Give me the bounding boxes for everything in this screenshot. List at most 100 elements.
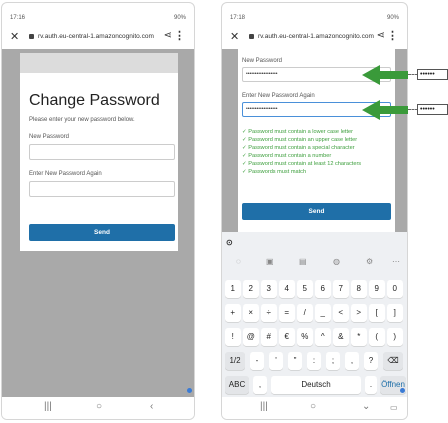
url-text[interactable]: rv.auth.eu-central-1.amazoncognito.com bbox=[38, 33, 154, 40]
change-password-card: Change Password Please enter your new pa… bbox=[20, 73, 178, 251]
key[interactable]: 6 bbox=[315, 280, 331, 298]
scroll-indicator bbox=[187, 388, 192, 393]
key[interactable]: @ bbox=[243, 328, 259, 346]
key[interactable]: 8 bbox=[351, 280, 367, 298]
card-top-band bbox=[20, 53, 178, 73]
key[interactable]: + bbox=[225, 304, 241, 322]
key[interactable]: . bbox=[365, 376, 377, 394]
emoji-icon[interactable]: ◌ bbox=[236, 257, 241, 266]
confirm-password-value: •••••••••••••••••• bbox=[246, 106, 278, 112]
battery-level: 90% bbox=[173, 15, 186, 21]
key[interactable]: Deutsch bbox=[271, 376, 361, 394]
scroll-indicator bbox=[400, 388, 405, 393]
recent-apps-icon[interactable]: ||| bbox=[44, 401, 52, 412]
confirm-password-label: Enter New Password Again bbox=[242, 93, 315, 99]
key[interactable]: 7 bbox=[333, 280, 349, 298]
key[interactable]: 3 bbox=[261, 280, 277, 298]
key[interactable]: & bbox=[333, 328, 349, 346]
key[interactable]: ÷ bbox=[261, 304, 277, 322]
key[interactable]: 5 bbox=[297, 280, 313, 298]
share-icon[interactable]: ⋖ bbox=[377, 30, 385, 41]
more-options-icon[interactable]: ⋯ bbox=[392, 257, 400, 266]
keyboard-logo-icon[interactable]: ⊙ bbox=[226, 238, 233, 247]
annotation-password-box: •••••• bbox=[417, 69, 448, 80]
keyboard-switch-icon[interactable]: ▭ bbox=[390, 403, 398, 412]
more-menu-icon[interactable]: ⋮ bbox=[387, 29, 398, 42]
password-rule: ✓ Password must contain a number bbox=[242, 153, 332, 159]
status-time: 17:18 bbox=[230, 15, 246, 21]
close-icon[interactable]: ✕ bbox=[10, 30, 19, 43]
key[interactable]: - bbox=[250, 352, 264, 370]
onscreen-keyboard: ⊙ ◌ ▣ ▤ ◍ ⚙ ⋯ 1 2 3 4 5 6 7 8 9 0 + × ÷ = / _ < >[]! @ # €% ^… bbox=[222, 232, 407, 401]
key[interactable]: = bbox=[279, 304, 295, 322]
android-nav-bar: ||| ○ ⌄ ▭ bbox=[222, 397, 407, 419]
settings-icon[interactable]: ⚙ bbox=[366, 257, 373, 266]
key[interactable]: ⌫ bbox=[383, 352, 403, 370]
left-phone-screen: 17:16 90% ✕ rv.auth.eu-central-1.amazonc… bbox=[1, 2, 195, 420]
key[interactable]: " bbox=[288, 352, 302, 370]
key[interactable]: ) bbox=[387, 328, 403, 346]
lock-icon bbox=[249, 34, 254, 39]
status-time: 17:16 bbox=[10, 15, 26, 21]
key[interactable]: , bbox=[253, 376, 267, 394]
new-password-value: •••••••••••••••••• bbox=[246, 71, 278, 77]
key[interactable]: % bbox=[297, 328, 313, 346]
microphone-icon[interactable]: ◍ bbox=[333, 257, 340, 266]
url-text[interactable]: rv.auth.eu-central-1.amazoncognito.com bbox=[258, 33, 374, 40]
android-nav-bar: ||| ○ ‹ bbox=[2, 397, 194, 419]
password-rule: ✓ Password must contain a lower case let… bbox=[242, 129, 354, 135]
key[interactable]: < bbox=[333, 304, 349, 322]
key[interactable]: 4 bbox=[279, 280, 295, 298]
hide-keyboard-icon[interactable]: ⌄ bbox=[362, 401, 370, 412]
browser-url-bar: ✕ rv.auth.eu-central-1.amazoncognito.com… bbox=[222, 28, 407, 48]
key[interactable]: ; bbox=[326, 352, 340, 370]
send-button[interactable]: Send bbox=[29, 224, 175, 241]
key[interactable]: 1 bbox=[225, 280, 241, 298]
browser-url-bar: ✕ rv.auth.eu-central-1.amazoncognito.com… bbox=[2, 28, 194, 48]
new-password-label: New Password bbox=[242, 58, 283, 64]
password-rule: ✓ Password must contain an upper case le… bbox=[242, 137, 358, 143]
page-title: Change Password bbox=[29, 92, 160, 109]
status-bar: 17:16 90% bbox=[2, 3, 194, 23]
close-icon[interactable]: ✕ bbox=[230, 30, 239, 43]
key[interactable]: ( bbox=[369, 328, 385, 346]
key[interactable]: ABC bbox=[225, 376, 249, 394]
key[interactable]: : bbox=[307, 352, 321, 370]
battery-level: 90% bbox=[386, 15, 399, 21]
key[interactable]: ] bbox=[387, 304, 403, 322]
key[interactable]: 2 bbox=[243, 280, 259, 298]
annotation-arrowhead bbox=[362, 65, 380, 85]
key[interactable]: _ bbox=[315, 304, 331, 322]
back-icon[interactable]: ‹ bbox=[150, 401, 153, 412]
key[interactable]: ? bbox=[364, 352, 378, 370]
status-bar: 17:18 90% bbox=[222, 3, 407, 23]
password-rule: ✓ Password must contain at least 12 char… bbox=[242, 161, 362, 167]
home-icon[interactable]: ○ bbox=[96, 401, 102, 412]
send-button[interactable]: Send bbox=[242, 203, 391, 220]
key[interactable]: ! bbox=[225, 328, 241, 346]
key[interactable]: 1/2 bbox=[225, 352, 245, 370]
key[interactable]: × bbox=[243, 304, 259, 322]
share-icon[interactable]: ⋖ bbox=[164, 30, 172, 41]
confirm-password-field[interactable] bbox=[29, 181, 175, 197]
key[interactable]: > bbox=[351, 304, 367, 322]
clipboard-icon[interactable]: ▣ bbox=[266, 257, 274, 266]
key[interactable]: ^ bbox=[315, 328, 331, 346]
home-icon[interactable]: ○ bbox=[310, 401, 316, 412]
key[interactable]: ' bbox=[269, 352, 283, 370]
new-password-field[interactable] bbox=[29, 144, 175, 160]
more-menu-icon[interactable]: ⋮ bbox=[174, 29, 185, 42]
recent-apps-icon[interactable]: ||| bbox=[260, 401, 268, 412]
page-subtitle: Please enter your new password below. bbox=[29, 117, 135, 123]
key[interactable]: 0 bbox=[387, 280, 403, 298]
key[interactable]: # bbox=[261, 328, 277, 346]
key[interactable]: € bbox=[279, 328, 295, 346]
annotation-arrow-shaft bbox=[378, 106, 408, 114]
key[interactable]: * bbox=[351, 328, 367, 346]
key[interactable]: / bbox=[297, 304, 313, 322]
key[interactable]: , bbox=[345, 352, 359, 370]
key[interactable]: 9 bbox=[369, 280, 385, 298]
keyboard-layout-icon[interactable]: ▤ bbox=[299, 257, 307, 266]
annotation-arrow-shaft bbox=[378, 71, 408, 79]
key[interactable]: [ bbox=[369, 304, 385, 322]
